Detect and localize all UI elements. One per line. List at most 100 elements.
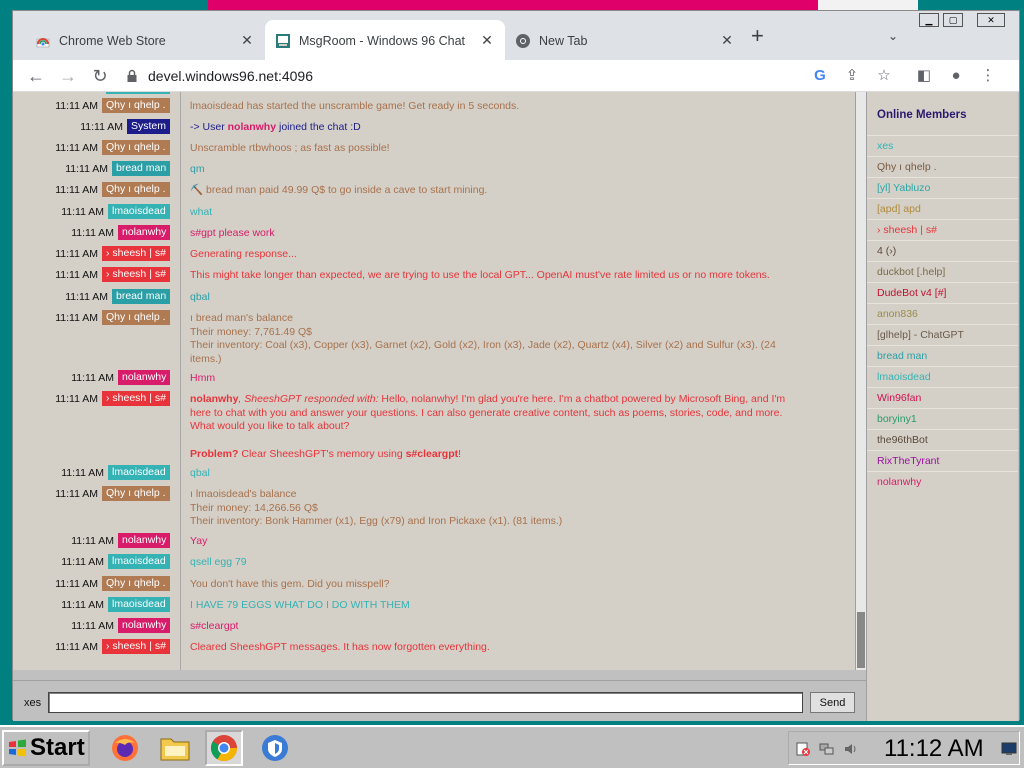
firefox-icon [112, 735, 138, 761]
user-badge[interactable]: nolanwhy [118, 533, 171, 548]
member-item[interactable]: Qhy ı qhelp . [867, 156, 1018, 177]
members-panel: Online Members xes Qhy ı qhelp . [yl] Yabl… [866, 92, 1018, 721]
gpt-bang: ! [458, 447, 462, 460]
member-item[interactable]: [yl] Yabluzo [867, 177, 1018, 198]
tab-msgroom[interactable]: MsgRoom - Windows 96 Chat ✕ [265, 20, 505, 61]
member-item[interactable]: RixTheTyrant [867, 450, 1018, 471]
members-title: Online Members [877, 109, 967, 121]
bookmark-star-icon[interactable]: ☆ [874, 66, 894, 86]
chrome-taskbar-button[interactable] [205, 730, 243, 766]
member-item[interactable]: xes [867, 135, 1018, 156]
member-item[interactable]: anon836 [867, 303, 1018, 324]
member-item[interactable]: Win96fan [867, 387, 1018, 408]
message-time: 11:11 AM [55, 248, 98, 260]
member-item[interactable]: DudeBot v4 [#] [867, 282, 1018, 303]
chat-scrollbar[interactable] [856, 92, 866, 670]
user-badge[interactable]: › sheesh | s# [102, 639, 170, 654]
message-time: 11:11 AM [61, 467, 104, 479]
message-text: You don't have this gem. Did you misspel… [190, 578, 390, 590]
user-badge[interactable]: › sheesh | s# [102, 246, 170, 261]
message-time: 11:11 AM [61, 206, 104, 218]
share-icon[interactable]: ⇪ [842, 66, 862, 86]
app-taskbar-button[interactable] [256, 730, 294, 766]
browser-toolbar: ← → ↻ devel.windows96.net:4096 G ⇪ ☆ ◧ ●… [13, 60, 1019, 92]
monitor-icon[interactable] [1001, 741, 1017, 757]
desktop-window-strip [208, 0, 818, 10]
nickname-label[interactable]: xes [24, 697, 41, 709]
message-line: Their inventory: Bonk Hammer (x1), Egg (… [190, 515, 563, 527]
scrollbar-thumb[interactable] [857, 612, 865, 668]
member-item[interactable]: [apd] apd [867, 198, 1018, 219]
member-item[interactable]: boryiny1 [867, 408, 1018, 429]
chrome-window: Chrome Web Store ✕ MsgRoom - Windows 96 … [12, 10, 1020, 721]
gpt-line: here to chat with you and answer your qu… [190, 406, 783, 419]
members-list: xes Qhy ı qhelp . [yl] Yabluzo [apd] apd › s… [867, 135, 1018, 492]
user-badge[interactable]: System [127, 119, 171, 134]
close-icon[interactable]: ✕ [479, 32, 495, 49]
back-arrow-icon[interactable]: ← [25, 65, 47, 87]
side-panel-icon[interactable]: ◧ [914, 66, 934, 86]
user-badge[interactable]: bread man [112, 161, 171, 176]
user-badge[interactable]: Qhy ı qhelp . [102, 140, 170, 155]
user-badge[interactable]: lmaoisdead [108, 554, 170, 569]
close-window-button[interactable]: ✕ [977, 13, 1005, 27]
member-item[interactable]: bread man [867, 345, 1018, 366]
user-badge[interactable]: › sheesh | s# [102, 391, 170, 406]
message-text: ⛏️ bread man paid 49.99 Q$ to go inside … [190, 184, 488, 196]
user-badge[interactable]: Qhy ı qhelp . [102, 98, 170, 113]
close-icon[interactable]: ✕ [239, 32, 255, 49]
member-item[interactable]: lmaoisdead [867, 366, 1018, 387]
network-icon[interactable] [819, 741, 835, 757]
send-button[interactable]: Send [810, 692, 855, 713]
menu-kebab-icon[interactable]: ⋮ [978, 66, 998, 86]
message-time: 11:11 AM [61, 556, 104, 568]
message-text: -> User nolanwhy joined the chat :D [190, 121, 361, 133]
user-badge[interactable]: nolanwhy [118, 618, 171, 633]
volume-icon[interactable] [843, 741, 859, 757]
tab-bar: Chrome Web Store ✕ MsgRoom - Windows 96 … [13, 11, 1019, 61]
file-explorer-taskbar-button[interactable] [156, 730, 194, 766]
member-item[interactable]: 4 (›) [867, 240, 1018, 261]
security-alert-icon[interactable] [795, 741, 811, 757]
user-badge[interactable]: Qhy ı qhelp . [102, 310, 170, 325]
maximize-button[interactable]: ▢ [943, 13, 963, 27]
member-item[interactable]: › sheesh | s# [867, 219, 1018, 240]
gpt-username: nolanwhy [190, 393, 239, 405]
message-line: Their inventory: Coal (x3), Copper (x3),… [190, 339, 776, 351]
new-tab-button[interactable]: + [751, 25, 764, 47]
firefox-taskbar-button[interactable] [106, 730, 144, 766]
message-input[interactable] [48, 692, 803, 713]
user-badge[interactable]: lmaoisdead [108, 597, 170, 612]
user-badge[interactable]: › sheesh | s# [102, 267, 170, 282]
user-badge[interactable]: Qhy ı qhelp . [102, 576, 170, 591]
start-button[interactable]: Start [2, 730, 90, 766]
member-item[interactable]: nolanwhy [867, 471, 1018, 492]
close-icon[interactable]: ✕ [719, 32, 735, 49]
user-badge[interactable]: Qhy ı qhelp . [102, 486, 170, 501]
tab-search-icon[interactable]: ⌄ [888, 29, 898, 43]
message-text: s#gpt please work [190, 227, 275, 239]
reload-icon[interactable]: ↻ [89, 65, 111, 87]
message-time: 11:11 AM [71, 372, 114, 384]
tab-label: Chrome Web Store [59, 33, 166, 48]
tab-chrome-web-store[interactable]: Chrome Web Store ✕ [25, 20, 265, 61]
member-item[interactable]: [glhelp] - ChatGPT [867, 324, 1018, 345]
message-time: 11:11 AM [55, 142, 98, 154]
profile-avatar-icon[interactable]: ● [946, 66, 966, 86]
msgroom-page: 11:11 AM Qhy ı qhelp . lmaoisdead has star… [13, 92, 1019, 721]
user-badge[interactable]: nolanwhy [118, 225, 171, 240]
minimize-button[interactable]: ▁ [919, 13, 939, 27]
tab-new-tab[interactable]: New Tab ✕ [505, 20, 745, 61]
address-bar[interactable]: devel.windows96.net:4096 [125, 61, 895, 91]
user-badge[interactable]: lmaoisdead [108, 465, 170, 480]
user-badge[interactable]: nolanwhy [118, 370, 171, 385]
google-icon[interactable]: G [810, 66, 830, 86]
user-badge[interactable]: Qhy ı qhelp . [102, 182, 170, 197]
user-badge[interactable]: bread man [112, 289, 171, 304]
member-item[interactable]: duckbot [.help] [867, 261, 1018, 282]
gpt-prefix: , SheeshGPT responded with: [238, 393, 379, 405]
forward-arrow-icon[interactable]: → [57, 65, 79, 87]
user-badge[interactable]: lmaoisdead [108, 204, 170, 219]
member-item[interactable]: the96thBot [867, 429, 1018, 450]
message-time: 11:11 AM [55, 184, 98, 196]
